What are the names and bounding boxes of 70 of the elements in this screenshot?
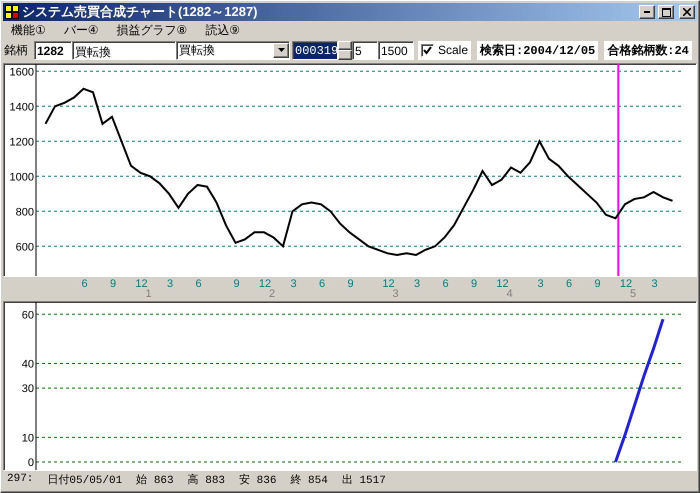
field-label: 銘柄: [4, 42, 29, 58]
status-text: 出 1517: [342, 473, 386, 486]
scale-checkbox[interactable]: Scale: [418, 40, 472, 60]
axis-label: 6: [81, 278, 88, 290]
axis-label: 6: [566, 278, 572, 290]
minimize-button[interactable]: [639, 5, 655, 19]
axis-label: 6: [195, 278, 202, 290]
axis-label: 1000: [10, 171, 34, 184]
axis-label: 6: [318, 278, 326, 290]
window-title: システム売買合成チャート(1282～1287): [22, 3, 258, 21]
maximize-button[interactable]: [658, 5, 674, 19]
axis-label: 12: [382, 278, 395, 290]
caret-icon: [278, 48, 284, 52]
axis-label: 30: [22, 383, 34, 396]
spin-down-button[interactable]: [338, 50, 352, 60]
axis-label: 40: [22, 358, 34, 371]
axis-label: 3: [290, 278, 297, 290]
name-field[interactable]: 買転換: [72, 40, 176, 60]
axis-label: 3: [651, 278, 658, 290]
axis-label: 9: [594, 278, 601, 290]
counter-field[interactable]: 000319: [292, 40, 338, 60]
search-date: 検索日:2004/12/05: [477, 40, 598, 60]
menu-item[interactable]: 読込⑨: [205, 22, 240, 38]
axis-label: 9: [470, 278, 478, 290]
status-text: 高 883: [188, 472, 226, 486]
axis-label: 0: [28, 457, 34, 469]
number-field[interactable]: 1500: [378, 40, 414, 60]
year-label: 2: [268, 288, 276, 299]
match-count: 合格銘柄数:24: [604, 40, 692, 60]
axis-label: 800: [16, 206, 34, 218]
year-label: 1: [145, 288, 152, 299]
dropdown-button[interactable]: [273, 42, 289, 58]
check-icon: [423, 46, 432, 54]
minimize-icon: [644, 11, 650, 13]
year-label: 3: [392, 288, 399, 299]
status-text: 297:: [7, 473, 34, 485]
year-label: 4: [506, 288, 513, 299]
axis-label: 600: [16, 241, 34, 254]
close-button[interactable]: [679, 5, 695, 19]
axis-label: 12: [496, 278, 509, 290]
axis-label: 3: [537, 278, 544, 290]
axis-label: 9: [110, 278, 116, 290]
axis-label: 9: [233, 278, 240, 290]
axis-label: 12: [620, 278, 632, 290]
code-field[interactable]: 1282: [34, 40, 72, 60]
axis-label: 9: [347, 278, 354, 290]
axis-label: 3: [166, 278, 174, 290]
strategy-dropdown[interactable]: 買転換: [176, 40, 290, 60]
status-text: 始 863: [136, 473, 174, 486]
number-field[interactable]: 5: [352, 40, 378, 60]
axis-label: 10: [22, 432, 34, 444]
maximize-icon: [662, 8, 670, 16]
app-icon: [5, 5, 19, 19]
axis-label: 1600: [10, 66, 34, 78]
close-icon: [683, 8, 691, 16]
menu-item[interactable]: 損益グラフ⑧: [116, 22, 188, 38]
spin-up-button[interactable]: [338, 40, 352, 50]
menu-item[interactable]: バー④: [64, 22, 99, 38]
axis-label: 12: [135, 278, 148, 290]
axis-label: 60: [22, 309, 34, 322]
axis-label: 6: [442, 278, 449, 290]
menu-item[interactable]: 機能①: [11, 22, 46, 38]
status-text: 安 836: [239, 472, 276, 486]
status-text: 日付05/05/01: [47, 473, 122, 486]
status-text: 終 854: [290, 473, 328, 486]
year-label: 5: [630, 288, 636, 299]
axis-label: 1200: [10, 136, 34, 148]
axis-label: 3: [414, 278, 420, 290]
axis-label: 1400: [10, 101, 34, 114]
axis-label: 12: [258, 278, 272, 290]
